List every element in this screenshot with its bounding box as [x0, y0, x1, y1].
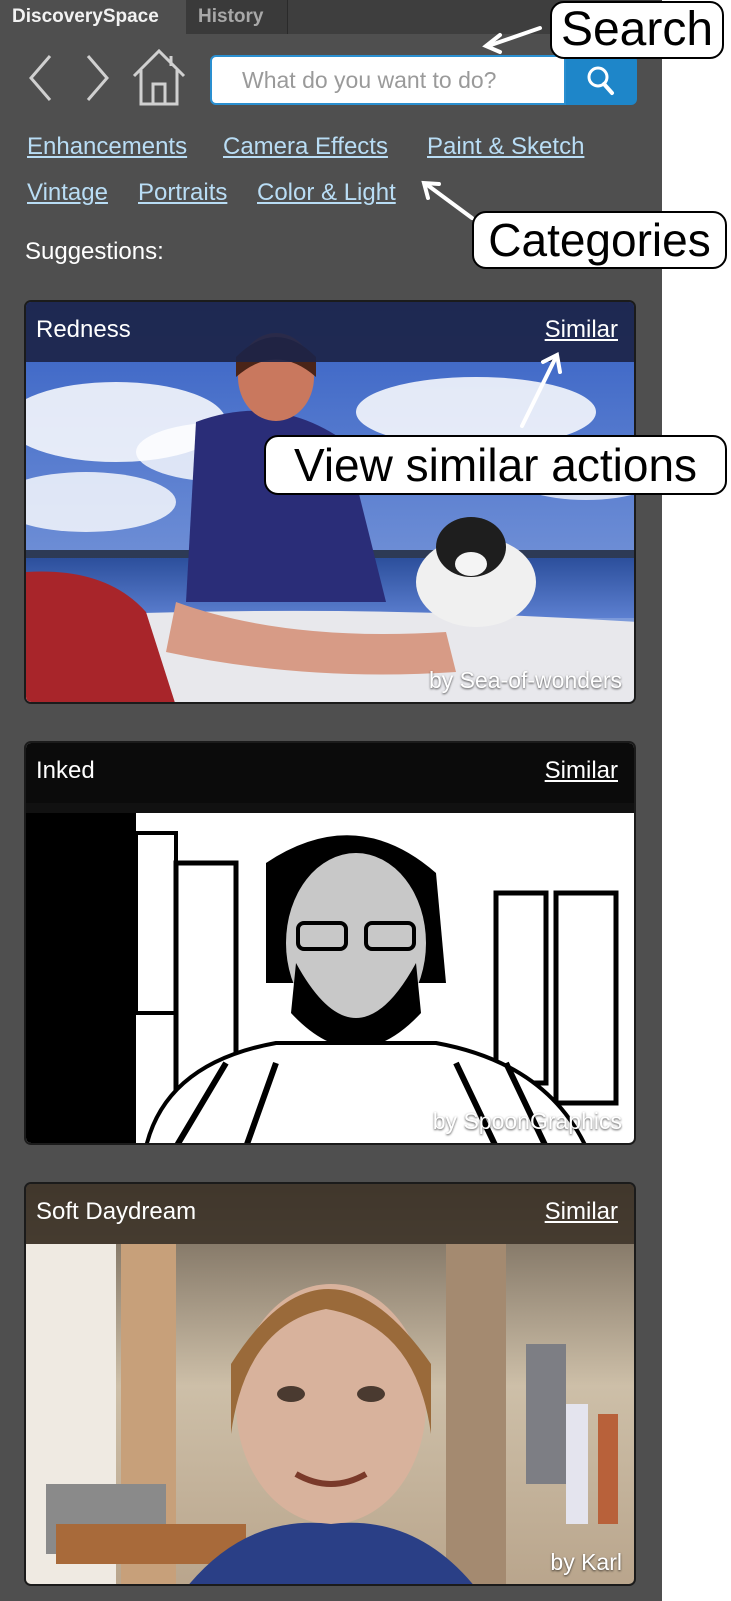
callout-categories: Categories [472, 211, 727, 269]
callout-similar: View similar actions [264, 435, 727, 495]
callout-search: Search [550, 1, 724, 59]
